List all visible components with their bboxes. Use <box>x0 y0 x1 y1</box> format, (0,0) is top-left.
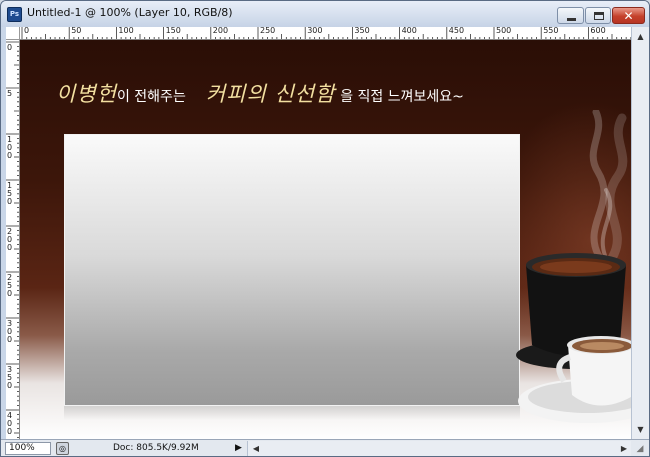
vertical-ruler-label: 300 <box>7 319 13 344</box>
horizontal-ruler-label: 450 <box>448 27 465 35</box>
horizontal-ruler[interactable]: 0 50 100 150 200 250 300 350 400 450 500 550 600 <box>20 27 631 40</box>
zoom-level-field[interactable]: 100% <box>5 442 51 455</box>
vertical-ruler-label: 400 <box>7 411 13 436</box>
headline-name: 이병헌 <box>56 82 117 106</box>
horizontal-ruler-label: 550 <box>543 27 559 35</box>
maximize-icon <box>594 12 604 20</box>
photoshop-app-icon: Ps <box>7 7 22 22</box>
ruler-origin[interactable] <box>6 27 20 40</box>
horizontal-ruler-label: 100 <box>118 27 134 35</box>
title-bar[interactable]: Ps Untitled-1 @ 100% (Layer 10, RGB/8) ✕ <box>1 1 649 27</box>
coffee-steam-image <box>589 110 628 260</box>
minimize-button[interactable] <box>557 7 584 24</box>
horizontal-ruler-label: 500 <box>496 27 512 35</box>
vertical-ruler-label: 150 <box>7 181 13 206</box>
maximize-button[interactable] <box>585 7 611 24</box>
horizontal-ruler-label: 50 <box>71 27 82 35</box>
vertical-ruler-label: 250 <box>7 273 13 298</box>
scroll-down-button[interactable]: ▼ <box>632 421 649 438</box>
vertical-ruler-label: 350 <box>7 365 13 390</box>
resize-grip-icon[interactable]: ◢ <box>633 442 647 456</box>
close-button[interactable]: ✕ <box>612 7 645 24</box>
close-icon: ✕ <box>623 9 634 23</box>
minimize-icon <box>567 18 576 21</box>
horizontal-ruler-label: 300 <box>307 27 323 35</box>
vertical-ruler-label: 5 <box>7 89 13 98</box>
horizontal-ruler-ticks <box>21 27 631 39</box>
coffee-cups-image <box>516 253 631 423</box>
horizontal-ruler-label: 0 <box>24 27 30 35</box>
vertical-scrollbar[interactable]: ▲ ▼ <box>631 27 649 439</box>
scroll-left-button[interactable]: ◀ <box>248 441 264 456</box>
horizontal-ruler-label: 150 <box>165 27 181 35</box>
scroll-right-button[interactable]: ▶ <box>616 441 632 456</box>
document-canvas[interactable]: 이병헌이 전해주는 커피의 신선함 을 직접 느껴보세요~ <box>20 40 631 439</box>
scroll-up-button[interactable]: ▲ <box>632 28 649 45</box>
status-options-icon[interactable]: ◎ <box>56 442 69 455</box>
vertical-ruler-label: 200 <box>7 227 13 252</box>
horizontal-ruler-label: 250 <box>260 27 276 35</box>
headline-coffee: 커피의 신선함 <box>205 82 336 106</box>
vertical-ruler-label: 0 <box>7 43 13 52</box>
vertical-ruler-label: 100 <box>7 135 13 160</box>
document-window: Ps Untitled-1 @ 100% (Layer 10, RGB/8) ✕… <box>0 0 650 457</box>
horizontal-ruler-label: 200 <box>212 27 229 35</box>
headline-text: 이병헌이 전해주는 커피의 신선함 을 직접 느껴보세요~ <box>56 83 464 108</box>
horizontal-ruler-label: 400 <box>401 27 417 35</box>
horizontal-ruler-label: 600 <box>590 27 606 35</box>
vertical-ruler[interactable]: 0 5 100 150 200 250 300 350 400 <box>6 40 20 439</box>
window-title: Untitled-1 @ 100% (Layer 10, RGB/8) <box>27 6 233 19</box>
headline-text-1: 이 전해주는 <box>116 89 186 105</box>
frame-reflection <box>64 406 520 420</box>
headline-text-2: 을 직접 느껴보세요~ <box>340 89 464 105</box>
horizontal-scrollbar[interactable]: ◀ ▶ <box>247 441 632 456</box>
document-size-info: Doc: 805.5K/9.92M <box>113 443 199 453</box>
status-menu-arrow-button[interactable]: ▶ <box>233 442 244 455</box>
horizontal-ruler-label: 350 <box>354 27 370 35</box>
gray-photo-frame[interactable] <box>64 134 520 406</box>
status-bar: 100% ◎ Doc: 805.5K/9.92M ▶ ◀ ▶ ◢ <box>1 439 649 456</box>
